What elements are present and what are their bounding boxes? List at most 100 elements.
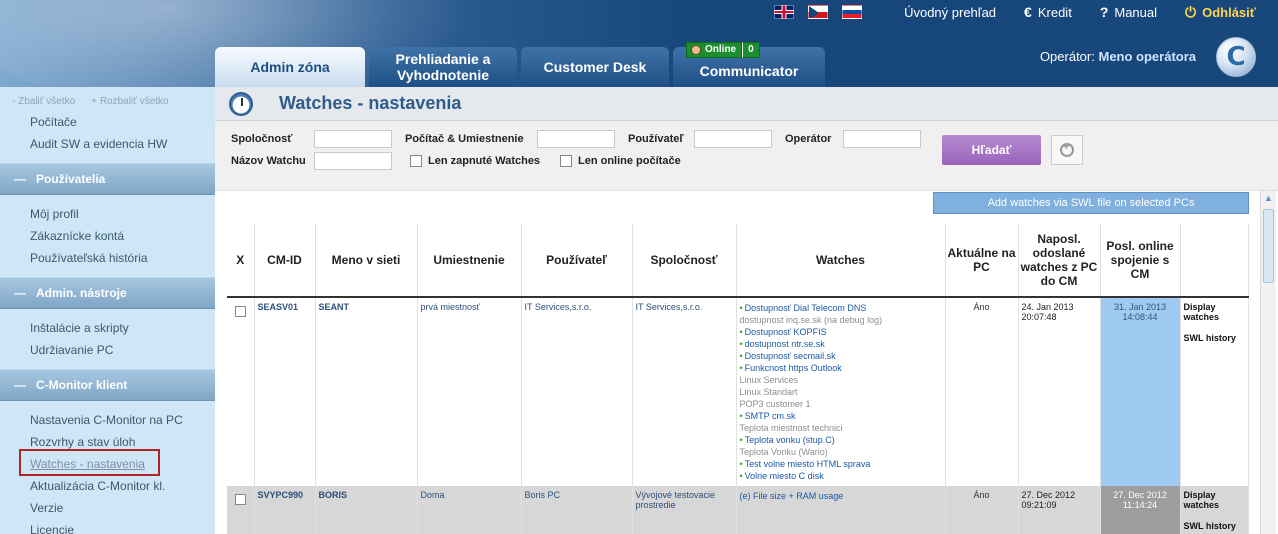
operator-info: Operátor: Meno operátora bbox=[1040, 49, 1196, 64]
credit-link[interactable]: € Kredit bbox=[1024, 4, 1072, 20]
sidebar-item-versions[interactable]: Verzie bbox=[0, 497, 215, 519]
watch-item-label: Dostupnosť KOPFIS bbox=[744, 327, 827, 337]
watch-item[interactable]: • dostupnost ntr.se.sk bbox=[740, 338, 942, 350]
scrollbar-thumb[interactable] bbox=[1263, 209, 1274, 283]
last-sent-cell: 27. Dec 2012 09:21:09 bbox=[1018, 486, 1101, 534]
watch-item[interactable]: • Teplota vonku (stup.C) bbox=[740, 434, 942, 446]
only-online-checkbox[interactable] bbox=[560, 155, 572, 167]
col-location[interactable]: Umiestnenie bbox=[417, 223, 522, 298]
col-network-name[interactable]: Meno v sieti bbox=[315, 223, 418, 298]
company-filter-input[interactable] bbox=[314, 130, 392, 148]
advanced-search-button[interactable] bbox=[1051, 135, 1083, 165]
watch-item-label: Test volne miesto HTML sprava bbox=[744, 459, 871, 469]
czech-flag-icon[interactable] bbox=[808, 5, 829, 19]
sidebar-section-admin-tools[interactable]: — Admin. nástroje bbox=[0, 277, 215, 309]
sidebar-item-cmonitor-update[interactable]: Aktualizácia C-Monitor kl. bbox=[0, 475, 215, 497]
watches-cell: • Dostupnosť Dial Telecom DNS dostupnost i… bbox=[736, 297, 946, 486]
cm-id-cell[interactable]: SVYPC990 bbox=[254, 486, 316, 534]
col-current-on-pc[interactable]: Aktuálne na PC bbox=[945, 223, 1019, 298]
col-user[interactable]: Používateľ bbox=[521, 223, 633, 298]
sidebar-item-my-profile[interactable]: Môj profil bbox=[0, 203, 215, 225]
user-filter-input[interactable] bbox=[694, 130, 772, 148]
tab-admin-zone[interactable]: Admin zóna bbox=[215, 47, 365, 87]
vertical-scrollbar[interactable]: ▲ bbox=[1260, 191, 1276, 534]
search-button[interactable]: Hľadať bbox=[942, 135, 1041, 165]
sidebar-item-pc-maintenance[interactable]: Udržiavanie PC bbox=[0, 339, 215, 361]
bullet-icon: • bbox=[739, 339, 743, 349]
tab-communicator[interactable]: Online 0 Communicator bbox=[673, 42, 825, 87]
display-watches-link[interactable]: Display watches bbox=[1184, 490, 1245, 510]
clock-icon bbox=[229, 91, 253, 116]
operator-label: Operátor: bbox=[1039, 49, 1095, 64]
sidebar-item-user-history[interactable]: Používateľská história bbox=[0, 247, 215, 269]
cm-id-cell[interactable]: SEASV01 bbox=[254, 297, 316, 486]
slovak-flag-icon[interactable] bbox=[842, 5, 863, 19]
expand-all-link[interactable]: + Rozbaliť všetko bbox=[91, 96, 168, 107]
current-on-pc-cell: Áno bbox=[945, 297, 1019, 486]
col-last-online[interactable]: Posl. online spojenie s CM bbox=[1100, 223, 1181, 298]
overview-link[interactable]: Úvodný prehľad bbox=[904, 5, 996, 20]
watch-item[interactable]: • Dostupnosť secmail.sk bbox=[740, 350, 942, 362]
watch-item[interactable]: (e) File size + RAM usage bbox=[740, 490, 942, 502]
network-name-cell[interactable]: BORIS bbox=[315, 486, 418, 534]
overview-link-label: Úvodný prehľad bbox=[904, 4, 997, 20]
only-enabled-checkbox[interactable] bbox=[410, 155, 422, 167]
tab-customer-desk[interactable]: Customer Desk bbox=[521, 47, 669, 87]
add-watches-swl-button[interactable]: Add watches via SWL file on selected PCs bbox=[933, 192, 1249, 214]
col-last-sent[interactable]: Naposl. odoslané watches z PC do CM bbox=[1018, 223, 1101, 298]
last-sent-date: 24. Jan 2013 bbox=[1021, 302, 1074, 312]
watch-item: POP3 customer 1 bbox=[740, 398, 942, 410]
watch-item-label: Dostupnosť secmail.sk bbox=[744, 351, 836, 361]
watch-item[interactable]: • Dostupnosť KOPFIS bbox=[740, 326, 942, 338]
watch-item[interactable]: • SMTP cm.sk bbox=[740, 410, 942, 422]
logout-link[interactable]: ⏻ Odhlásiť bbox=[1185, 4, 1256, 21]
watch-name-filter-input[interactable] bbox=[314, 152, 392, 170]
computer-filter-input[interactable] bbox=[537, 130, 615, 148]
only-online-label: Len online počítače bbox=[578, 155, 681, 167]
watch-item: Linux Standart bbox=[740, 386, 942, 398]
sidebar-section-users[interactable]: — Používatelia bbox=[0, 163, 215, 195]
network-name-cell[interactable]: SEANT bbox=[315, 297, 418, 486]
app-logo: C bbox=[1216, 37, 1256, 77]
online-status-badge[interactable]: Online 0 bbox=[686, 42, 760, 58]
page-title-bar: Watches - nastavenia bbox=[215, 87, 1278, 121]
col-company[interactable]: Spoločnosť bbox=[632, 223, 737, 298]
display-watches-link[interactable]: Display watches bbox=[1184, 302, 1245, 322]
main-content: Watches - nastavenia Spoločnosť Počítač … bbox=[215, 87, 1278, 534]
sidebar-item-installs-scripts[interactable]: Inštalácie a skripty bbox=[0, 317, 215, 339]
last-online-date: 27. Dec 2012 bbox=[1113, 490, 1167, 500]
help-icon: ? bbox=[1099, 4, 1109, 20]
row-select-checkbox[interactable] bbox=[234, 494, 246, 505]
sidebar-section-cmonitor-client[interactable]: — C-Monitor klient bbox=[0, 369, 215, 401]
watch-item-label: Volne miesto C disk bbox=[744, 471, 824, 481]
watch-item-label: POP3 customer 1 bbox=[739, 399, 811, 409]
watch-item-label: Teplota vonku (stup.C) bbox=[744, 435, 835, 445]
row-select-checkbox[interactable] bbox=[234, 306, 246, 317]
location-cell: Doma bbox=[417, 486, 522, 534]
scroll-up-icon[interactable]: ▲ bbox=[1261, 191, 1276, 205]
watch-item[interactable]: • Volne miesto C disk bbox=[740, 470, 942, 482]
only-enabled-label: Len zapnuté Watches bbox=[428, 155, 541, 167]
table-row: SEASV01 SEANT prvá miestnosť IT Services… bbox=[227, 297, 1249, 486]
sidebar-item-sw-audit[interactable]: Audit SW a evidencia HW bbox=[0, 133, 215, 155]
sidebar-item-cmonitor-settings[interactable]: Nastavenia C-Monitor na PC bbox=[0, 409, 215, 431]
sidebar-item-licenses[interactable]: Licencie bbox=[0, 519, 215, 534]
watch-item[interactable]: • Funkcnost https Outlook bbox=[740, 362, 942, 374]
english-flag-icon[interactable] bbox=[774, 5, 795, 19]
operator-filter-input[interactable] bbox=[843, 130, 921, 148]
watch-item[interactable]: • Dostupnosť Dial Telecom DNS bbox=[740, 302, 942, 314]
logo-letter: C bbox=[1226, 42, 1246, 72]
watch-item[interactable]: • Test volne miesto HTML sprava bbox=[740, 458, 942, 470]
sidebar-item-computers[interactable]: Počítače bbox=[0, 111, 215, 133]
swl-history-link[interactable]: SWL history bbox=[1184, 521, 1245, 531]
sidebar-item-customer-accounts[interactable]: Zákaznícke kontá bbox=[0, 225, 215, 247]
tab-review-evaluation[interactable]: Prehliadanie a Vyhodnotenie bbox=[369, 47, 517, 87]
manual-link[interactable]: ? Manual bbox=[1100, 4, 1157, 20]
online-text: Online bbox=[705, 44, 737, 55]
table-row: SVYPC990 BORIS Doma Boris PC Vývojové te… bbox=[227, 486, 1249, 534]
collapse-all-link[interactable]: - Zbaliť všetko bbox=[12, 96, 75, 107]
online-count: 0 bbox=[742, 42, 760, 58]
col-cm-id[interactable]: CM-ID bbox=[254, 223, 316, 298]
actions-cell: Display watches SWL history bbox=[1180, 486, 1249, 534]
swl-history-link[interactable]: SWL history bbox=[1184, 333, 1245, 343]
